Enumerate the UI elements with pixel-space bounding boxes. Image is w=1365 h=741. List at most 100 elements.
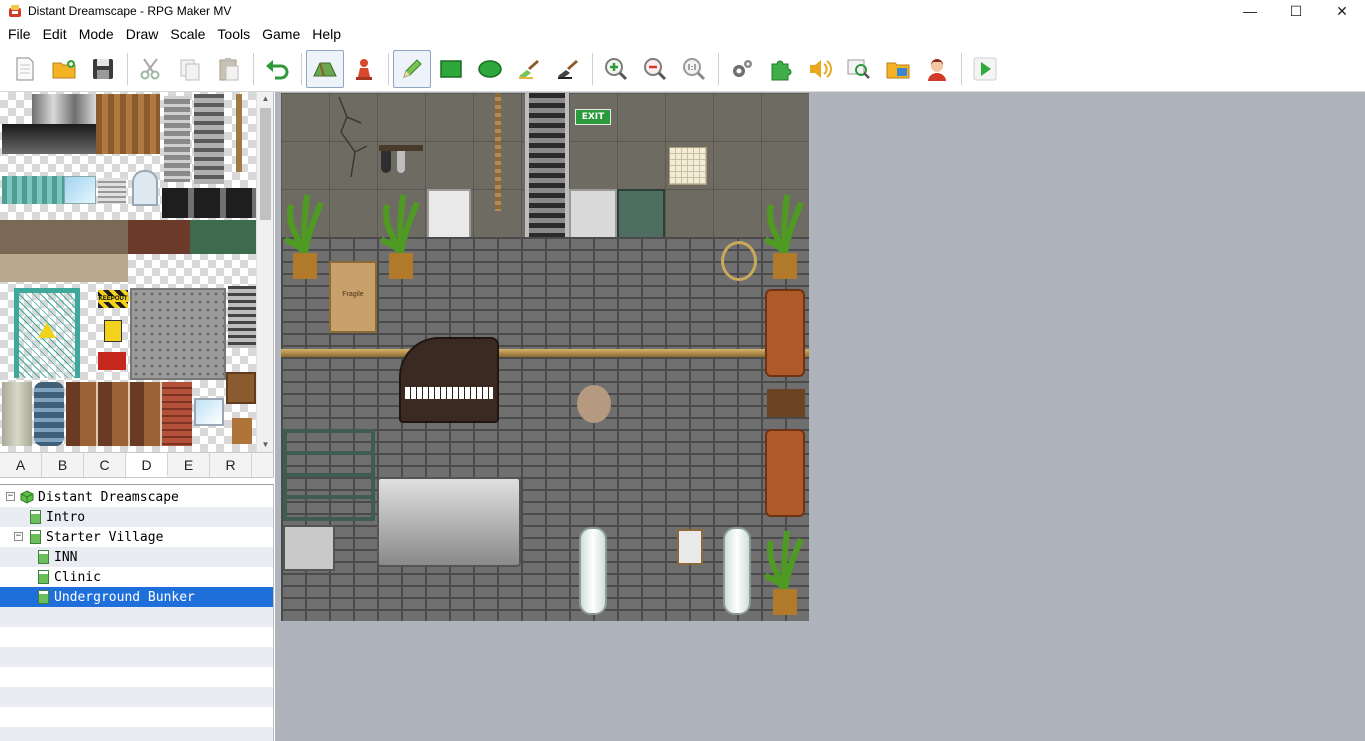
tileset-metal-pipes[interactable]	[32, 94, 96, 124]
map-icon	[38, 590, 49, 604]
scroll-up-arrow-icon[interactable]: ▲	[257, 92, 273, 106]
maximize-button[interactable]: ☐	[1273, 0, 1319, 22]
zoom-out-button[interactable]	[636, 50, 674, 88]
menu-tools[interactable]: Tools	[211, 22, 256, 46]
tileset-stone-arch[interactable]	[0, 254, 128, 282]
tileset-grid[interactable]: KEEPOUT	[0, 92, 256, 452]
shadow-pen-button[interactable]	[549, 50, 587, 88]
menu-help[interactable]: Help	[306, 22, 347, 46]
potted-plant	[285, 194, 324, 279]
tileset-wood-pillars[interactable]	[66, 382, 162, 446]
tileset-pillar-stone[interactable]	[2, 382, 32, 446]
open-project-button[interactable]	[45, 50, 83, 88]
pencil-tool-button[interactable]	[393, 49, 431, 88]
database-button[interactable]	[723, 50, 761, 88]
menu-game[interactable]: Game	[256, 22, 306, 46]
tileset-brick-pillar[interactable]	[162, 382, 192, 446]
event-mode-button[interactable]	[345, 50, 383, 88]
paint-bucket-icon	[519, 59, 539, 79]
tileset-glass-window[interactable]	[64, 176, 96, 204]
menu-edit[interactable]: Edit	[37, 22, 73, 46]
menu-mode[interactable]: Mode	[73, 22, 120, 46]
fill-tool-button[interactable]	[510, 50, 548, 88]
map-wall-tiles: EXIT	[281, 93, 809, 285]
tree-item-starter-village[interactable]: − Starter Village	[0, 527, 273, 547]
grand-piano	[399, 337, 499, 423]
tileset-dark-panels[interactable]	[2, 124, 96, 154]
tileset-tab-b[interactable]: B	[42, 453, 84, 477]
save-project-button[interactable]	[84, 50, 122, 88]
tileset-palette[interactable]: KEEPOUT ▲ ▼	[0, 92, 274, 452]
tree-item-intro[interactable]: Intro	[0, 507, 273, 527]
resource-manager-button[interactable]	[879, 50, 917, 88]
ellipse-tool-button[interactable]	[471, 50, 509, 88]
map-canvas[interactable]: EXIT Fragile	[281, 93, 809, 621]
character-generator-button[interactable]	[918, 50, 956, 88]
sound-test-button[interactable]	[801, 50, 839, 88]
tree-item-project[interactable]: − Distant Dreamscape	[0, 487, 273, 507]
scrollbar-thumb[interactable]	[260, 108, 271, 220]
tileset-red-sign[interactable]	[98, 352, 126, 370]
map-editor-area[interactable]: EXIT Fragile	[275, 92, 1365, 741]
tileset-keepout-sign[interactable]: KEEPOUT	[97, 290, 129, 308]
zoom-out-icon	[644, 57, 667, 80]
brass-pipe	[281, 349, 809, 357]
cut-button[interactable]	[132, 50, 170, 88]
tileset-tab-e[interactable]: E	[168, 453, 210, 477]
tileset-tab-c[interactable]: C	[84, 453, 126, 477]
window-title: Distant Dreamscape - RPG Maker MV	[28, 4, 232, 18]
zoom-in-button[interactable]	[597, 50, 635, 88]
menu-scale[interactable]: Scale	[164, 22, 211, 46]
paste-button[interactable]	[210, 50, 248, 88]
tileset-rope[interactable]	[236, 94, 242, 172]
rectangle-tool-button[interactable]	[432, 50, 470, 88]
new-project-button[interactable]	[6, 50, 44, 88]
event-searcher-button[interactable]	[840, 50, 878, 88]
menu-draw[interactable]: Draw	[120, 22, 165, 46]
collapse-icon[interactable]: −	[6, 492, 15, 501]
scroll-down-arrow-icon[interactable]: ▼	[257, 438, 273, 452]
tree-empty-row	[0, 687, 273, 707]
map-mode-button[interactable]	[306, 49, 344, 88]
tileset-metal-barrel[interactable]	[34, 382, 64, 446]
tileset-floor-grate[interactable]	[130, 288, 226, 380]
tree-item-inn[interactable]: INN	[0, 547, 273, 567]
tileset-scrollbar[interactable]: ▲ ▼	[256, 92, 273, 452]
collapse-icon[interactable]: −	[14, 532, 23, 541]
tileset-tab-d[interactable]: D	[126, 453, 168, 477]
tileset-rail-tracks[interactable]	[194, 94, 224, 184]
tileset-window-frame[interactable]	[194, 398, 224, 426]
tileset-warning-triangle[interactable]	[38, 322, 56, 338]
tileset-shutter[interactable]	[98, 178, 126, 204]
plugin-manager-button[interactable]	[762, 50, 800, 88]
tileset-stairs[interactable]	[228, 286, 256, 348]
undo-button[interactable]	[258, 50, 296, 88]
tileset-dark-doors[interactable]	[162, 188, 256, 218]
tree-item-underground-bunker[interactable]: Underground Bunker	[0, 587, 273, 607]
tileset-wood-crate-roof[interactable]	[96, 94, 160, 154]
minimize-button[interactable]: —	[1227, 0, 1273, 22]
tileset-hazard-sign[interactable]	[104, 320, 122, 342]
tileset-wall-strip[interactable]	[0, 220, 256, 254]
tree-item-clinic[interactable]: Clinic	[0, 567, 273, 587]
toolbar-separator	[961, 52, 962, 85]
playtest-button[interactable]	[966, 50, 1004, 88]
tileset-curtains[interactable]	[2, 176, 64, 204]
map-tree[interactable]: − Distant Dreamscape Intro − Starter Vil…	[0, 484, 274, 741]
tileset-tab-a[interactable]: A	[0, 453, 42, 477]
tileset-wooden-table[interactable]	[226, 372, 256, 404]
tileset-ladder-rail[interactable]	[164, 96, 190, 182]
hanging-rope	[495, 93, 501, 211]
gears-icon	[733, 59, 752, 77]
copy-button[interactable]	[171, 50, 209, 88]
close-button[interactable]: ✕	[1319, 0, 1365, 22]
tileset-arched-window[interactable]	[132, 170, 158, 206]
map-icon	[30, 510, 41, 524]
menu-file[interactable]: File	[2, 22, 37, 46]
tree-empty-row	[0, 707, 273, 727]
actual-size-button[interactable]	[675, 50, 713, 88]
tileset-tab-r[interactable]: R	[210, 453, 252, 477]
potted-plant	[765, 530, 804, 615]
tileset-small-crate[interactable]	[232, 418, 252, 444]
tree-label-underground-bunker: Underground Bunker	[54, 589, 195, 605]
